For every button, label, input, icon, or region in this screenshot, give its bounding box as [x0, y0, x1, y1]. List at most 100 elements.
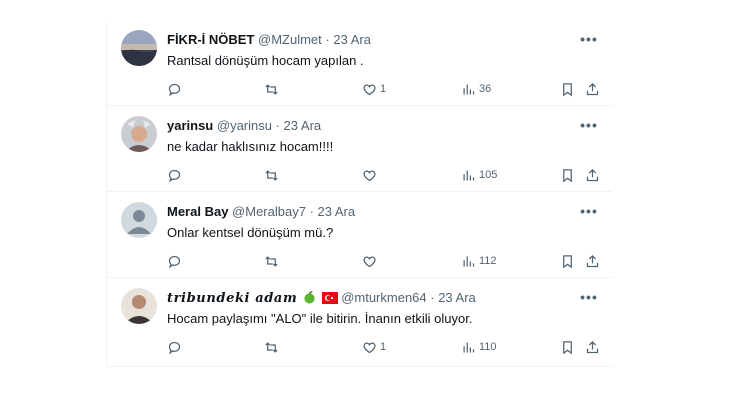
tweet-text: Rantsal dönüşüm hocam yapılan .: [167, 53, 364, 68]
retweet-button[interactable]: [264, 166, 279, 184]
separator-dot: ·: [426, 290, 439, 305]
tweet-header: Meral Bay @Meralbay7 · 23 Ara: [167, 204, 612, 220]
bookmark-icon: [563, 82, 572, 96]
bookmark-button[interactable]: [560, 166, 575, 184]
view-count: 105: [479, 169, 498, 181]
share-icon: [586, 82, 599, 95]
view-count: 36: [479, 83, 492, 95]
views-chart-icon: [463, 256, 475, 266]
display-name[interactable]: FİKR-İ NÖBET: [167, 32, 254, 47]
reply-icon: [168, 255, 181, 268]
tweet-header: FİKR-İ NÖBET @MZulmet · 23 Ara: [167, 32, 612, 48]
more-options-icon[interactable]: •••: [580, 202, 598, 220]
tweet[interactable]: FİKR-İ NÖBET @MZulmet · 23 Ara ••• Rants…: [107, 20, 612, 106]
tweet[interactable]: yarinsu @yarinsu · 23 Ara ••• ne kadar h…: [107, 106, 612, 192]
action-bar: 1 110: [167, 338, 600, 356]
views-chart-icon: [463, 84, 475, 94]
like-button[interactable]: [362, 166, 380, 184]
view-count: 110: [479, 341, 497, 353]
handle[interactable]: @Meralbay7: [232, 204, 306, 219]
reply-timeline: FİKR-İ NÖBET @MZulmet · 23 Ara ••• Rants…: [106, 20, 612, 367]
heart-icon: [363, 341, 376, 353]
turkey-flag-icon: [321, 292, 338, 304]
views-button[interactable]: 112: [461, 252, 497, 270]
tweet-header: tribundeki adam @mturkmen64 · 23 Ara: [167, 290, 612, 306]
retweet-icon: [265, 341, 278, 353]
views-button[interactable]: 110: [461, 338, 497, 356]
avatar[interactable]: [121, 288, 157, 324]
landscape-avatar-icon: [121, 30, 157, 66]
action-bar: 112: [167, 252, 600, 270]
retweet-button[interactable]: [264, 252, 279, 270]
tweet[interactable]: tribundeki adam @mturkmen64 · 23 Ara •••…: [107, 278, 612, 364]
reply-button[interactable]: [167, 252, 182, 270]
more-options-icon[interactable]: •••: [580, 288, 598, 306]
avatar[interactable]: [121, 202, 157, 238]
share-button[interactable]: [585, 166, 600, 184]
like-button[interactable]: [362, 252, 380, 270]
retweet-button[interactable]: [264, 80, 279, 98]
share-icon: [586, 340, 599, 353]
bookmark-icon: [563, 168, 572, 182]
share-button[interactable]: [585, 338, 600, 356]
handle[interactable]: @MZulmet: [258, 32, 322, 47]
tweet-text: Onlar kentsel dönüşüm mü.?: [167, 225, 334, 240]
display-name[interactable]: yarinsu: [167, 118, 213, 133]
heart-icon: [363, 83, 376, 95]
share-icon: [586, 168, 599, 181]
separator-dot: ·: [321, 32, 334, 47]
timestamp[interactable]: 23 Ara: [284, 118, 322, 133]
share-button[interactable]: [585, 80, 600, 98]
avatar[interactable]: [121, 30, 157, 66]
handle[interactable]: @yarinsu: [217, 118, 272, 133]
retweet-icon: [265, 169, 278, 181]
reply-icon: [168, 83, 181, 96]
heart-icon: [363, 255, 376, 267]
green-apple-icon: [304, 291, 315, 304]
view-count: 112: [479, 255, 497, 267]
reply-button[interactable]: [167, 80, 182, 98]
timestamp[interactable]: 23 Ara: [333, 32, 371, 47]
avatar[interactable]: [121, 116, 157, 152]
views-button[interactable]: 36: [461, 80, 491, 98]
reply-button[interactable]: [167, 338, 182, 356]
separator-dot: ·: [305, 204, 318, 219]
retweet-button[interactable]: [264, 338, 279, 356]
views-chart-icon: [463, 170, 475, 180]
like-count: 1: [380, 83, 387, 95]
bookmark-button[interactable]: [560, 252, 575, 270]
more-options-icon[interactable]: •••: [580, 30, 598, 48]
reply-icon: [168, 341, 181, 354]
more-options-icon[interactable]: •••: [580, 116, 598, 134]
tweet-header: yarinsu @yarinsu · 23 Ara: [167, 118, 612, 134]
handle[interactable]: @mturkmen64: [341, 290, 426, 305]
like-button[interactable]: 1: [362, 80, 386, 98]
timestamp[interactable]: 23 Ara: [438, 290, 476, 305]
person-avatar-icon: [121, 116, 157, 152]
bookmark-icon: [563, 340, 572, 354]
default-avatar-icon: [121, 202, 157, 238]
display-name[interactable]: Meral Bay: [167, 204, 228, 219]
retweet-icon: [265, 83, 278, 95]
views-button[interactable]: 105: [461, 166, 497, 184]
action-bar: 1 36: [167, 80, 600, 98]
heart-icon: [363, 169, 376, 181]
like-button[interactable]: 1: [362, 338, 386, 356]
views-chart-icon: [463, 342, 475, 352]
tweet-text: Hocam paylaşımı "ALO" ile bitirin. İnanı…: [167, 311, 473, 326]
bookmark-button[interactable]: [560, 80, 575, 98]
like-count: 1: [380, 341, 387, 353]
timestamp[interactable]: 23 Ara: [318, 204, 356, 219]
person-avatar-icon: [121, 288, 157, 324]
display-name[interactable]: tribundeki adam: [167, 291, 297, 306]
action-bar: 105: [167, 166, 600, 184]
tweet[interactable]: Meral Bay @Meralbay7 · 23 Ara ••• Onlar …: [107, 192, 612, 278]
bookmark-button[interactable]: [560, 338, 575, 356]
share-icon: [586, 254, 599, 267]
separator-dot: ·: [271, 118, 284, 133]
retweet-icon: [265, 255, 278, 267]
tweet-text: ne kadar haklısınız hocam!!!!: [167, 139, 334, 154]
share-button[interactable]: [585, 252, 600, 270]
bookmark-icon: [563, 254, 572, 268]
reply-button[interactable]: [167, 166, 182, 184]
